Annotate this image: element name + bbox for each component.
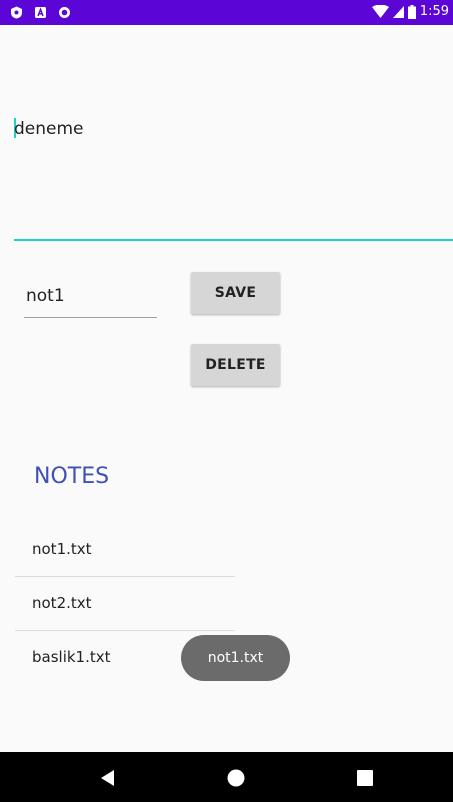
note-name-field[interactable]: not1 <box>24 278 157 318</box>
list-item-label: not2.txt <box>32 594 92 612</box>
note-content-text: deneme <box>14 119 84 139</box>
circle-icon <box>59 7 70 18</box>
status-bar: 1:59 <box>0 0 453 25</box>
home-icon[interactable] <box>226 768 246 788</box>
a-icon <box>35 7 46 18</box>
toast-message: not1.txt <box>181 635 290 681</box>
delete-button[interactable]: DELETE <box>191 344 280 386</box>
signal-icon <box>392 6 404 18</box>
clock: 1:59 <box>419 4 449 19</box>
wifi-icon <box>371 5 389 18</box>
system-status: 1:59 <box>371 4 449 19</box>
note-name-text: not1 <box>26 286 65 306</box>
list-item[interactable]: not2.txt <box>15 577 235 631</box>
notification-icons <box>10 6 71 19</box>
recents-icon[interactable] <box>355 768 375 788</box>
back-icon[interactable] <box>98 768 118 788</box>
battery-icon <box>407 4 416 19</box>
notes-title: NOTES <box>34 464 110 489</box>
list-item-label: not1.txt <box>32 540 92 558</box>
note-content-field[interactable]: deneme <box>14 114 453 241</box>
list-item-label: baslik1.txt <box>32 648 111 666</box>
save-button[interactable]: SAVE <box>191 272 280 314</box>
list-item[interactable]: not1.txt <box>15 523 235 577</box>
navigation-bar <box>0 752 453 802</box>
shield-icon <box>11 6 22 19</box>
